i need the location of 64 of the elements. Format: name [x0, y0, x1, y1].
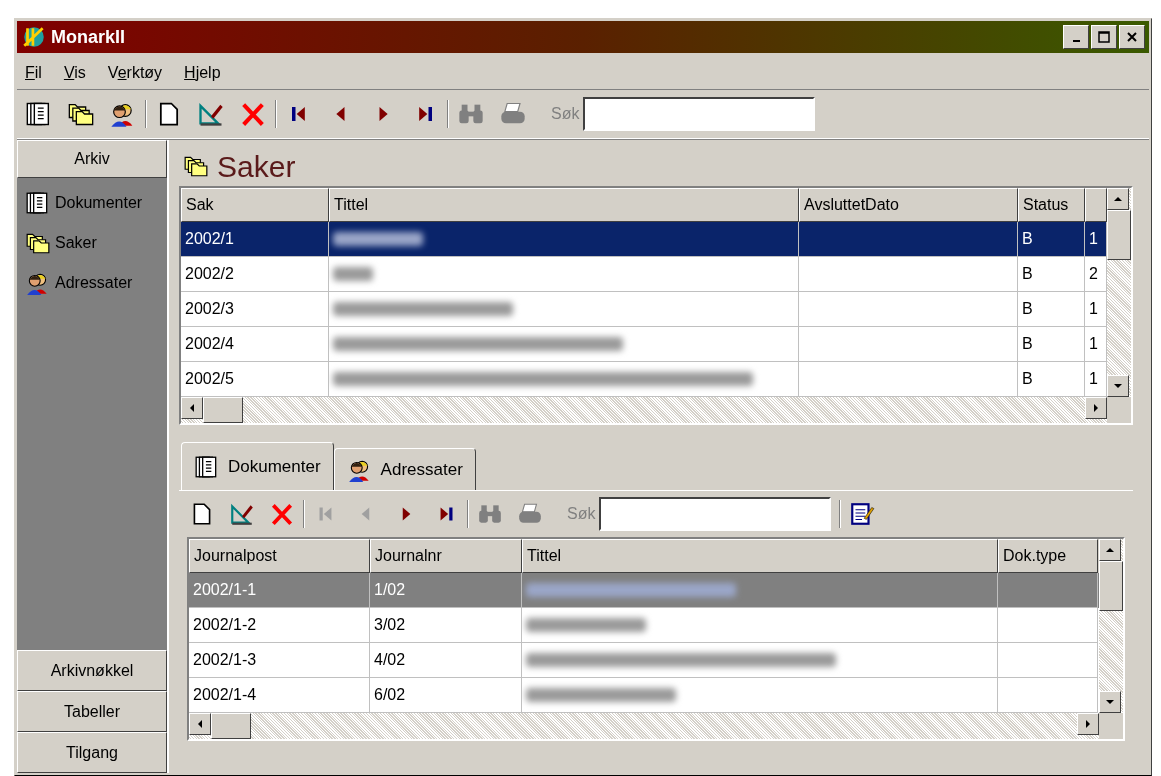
sidebar-header-button[interactable]: Arkiv [17, 140, 167, 178]
table-row[interactable]: 2002/1-3 4/02 [189, 643, 1099, 678]
column-header[interactable]: Tittel [522, 539, 998, 573]
table-row[interactable]: 2002/4 B 1 [181, 327, 1107, 362]
window-title: MonarkII [51, 25, 125, 49]
maximize-button[interactable] [1091, 25, 1117, 49]
table-row[interactable]: 2002/1-4 6/02 [189, 678, 1099, 713]
scroll-up-button[interactable] [1107, 188, 1129, 210]
search-label: Søk [567, 504, 596, 524]
close-icon [1126, 31, 1138, 43]
vertical-scrollbar[interactable] [1107, 188, 1131, 397]
tab[interactable]: Dokumenter [181, 442, 334, 490]
maximize-icon [1098, 31, 1110, 43]
horizontal-scrollbar[interactable] [189, 713, 1099, 739]
column-header[interactable]: Tittel [329, 188, 799, 222]
sidebar-item[interactable]: Dokumenter [25, 190, 167, 216]
sidebar-section-button[interactable]: Arkivnøkkel [17, 650, 167, 691]
scrollbar-thumb[interactable] [1107, 210, 1131, 260]
scroll-down-button[interactable] [1107, 375, 1129, 397]
sidebar-item[interactable]: Adressater [25, 270, 167, 296]
page-title: Saker [217, 148, 296, 185]
scrollbar-thumb[interactable] [203, 397, 243, 423]
vertical-scrollbar[interactable] [1099, 539, 1123, 713]
table-row[interactable]: 2002/1 B 1 [181, 222, 1107, 257]
redacted-text [333, 267, 373, 281]
column-header[interactable] [1085, 188, 1107, 222]
table-row[interactable]: 2002/2 B 2 [181, 257, 1107, 292]
search-field[interactable] [599, 497, 832, 531]
scroll-right-button[interactable] [1085, 397, 1107, 419]
close-button[interactable] [1119, 25, 1145, 49]
table-row[interactable]: 2002/1-1 1/02 [189, 573, 1099, 608]
tab[interactable]: Adressater [333, 448, 476, 490]
column-header[interactable]: Journalpost [189, 539, 370, 573]
sidebar-item[interactable]: Saker [25, 230, 167, 256]
column-header[interactable]: Sak [181, 188, 329, 222]
minimize-button[interactable] [1063, 25, 1089, 49]
menu-item[interactable]: Verktøy [107, 57, 163, 85]
search-field[interactable] [583, 97, 816, 131]
table-row[interactable]: 2002/1-2 3/02 [189, 608, 1099, 643]
delete-icon[interactable] [269, 501, 295, 527]
menu-item[interactable]: Hjelp [184, 57, 221, 85]
search-label: Søk [551, 104, 580, 124]
minimize-icon [1072, 40, 1080, 42]
menu-item[interactable]: Fil [25, 57, 42, 85]
horizontal-scrollbar[interactable] [181, 397, 1107, 423]
sidebar-section-button[interactable]: Tabeller [17, 691, 167, 732]
column-header[interactable]: Dok.type [998, 539, 1098, 573]
scroll-down-button[interactable] [1099, 691, 1121, 713]
scrollbar-thumb[interactable] [1099, 561, 1123, 611]
scroll-right-button[interactable] [1077, 713, 1099, 735]
scrollbar-thumb[interactable] [211, 713, 251, 739]
column-header[interactable]: Journalnr [370, 539, 522, 573]
sidebar-section-button[interactable]: Tilgang [17, 732, 167, 773]
table-row[interactable]: 2002/5 B 1 [181, 362, 1107, 397]
scroll-left-button[interactable] [189, 713, 211, 735]
app-logo-icon [21, 24, 47, 50]
table-row[interactable]: 2002/3 B 1 [181, 292, 1107, 327]
scroll-left-button[interactable] [181, 397, 203, 419]
notepad-icon[interactable] [849, 501, 876, 527]
scroll-up-button[interactable] [1099, 539, 1121, 561]
column-header[interactable]: AvsluttetDato [799, 188, 1018, 222]
menu-item[interactable]: Vis [63, 57, 86, 85]
column-header[interactable]: Status [1018, 188, 1085, 222]
set-square-icon[interactable] [197, 100, 225, 128]
